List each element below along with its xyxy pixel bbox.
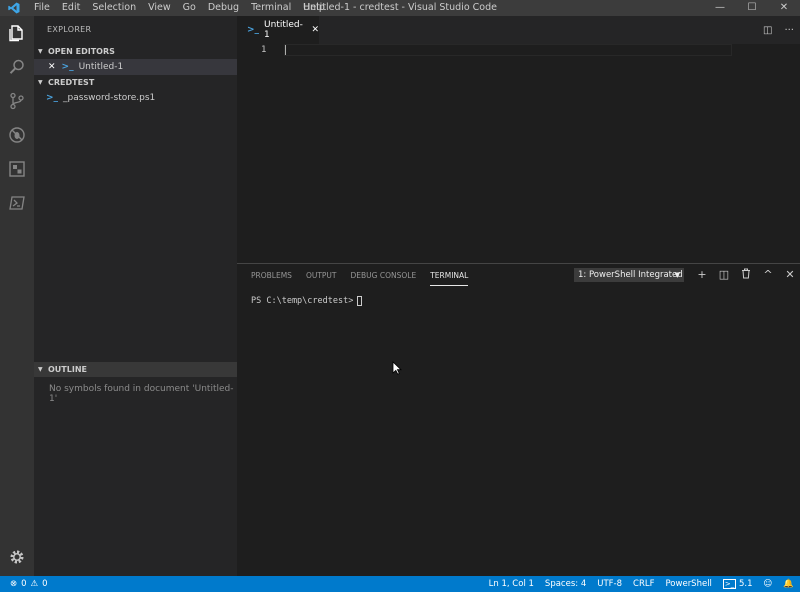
- status-bar: ⊗ 0 ⚠ 0 Ln 1, Col 1 Spaces: 4 UTF-8 CRLF…: [0, 576, 800, 592]
- menu-terminal[interactable]: Terminal: [245, 0, 297, 16]
- powershell-version-text: 5.1: [739, 579, 753, 589]
- open-editor-item[interactable]: ✕ >_ Untitled-1: [34, 59, 237, 75]
- tab-output[interactable]: OUTPUT: [306, 264, 337, 288]
- powershell-version[interactable]: >_ 5.1: [722, 576, 753, 592]
- maximize-button[interactable]: ☐: [736, 0, 768, 16]
- open-editors-label: OPEN EDITORS: [48, 47, 115, 56]
- file-label: _password-store.ps1: [63, 93, 156, 103]
- bell-icon[interactable]: 🔔: [783, 576, 794, 592]
- close-window-button[interactable]: ✕: [768, 0, 800, 16]
- outline-section: ▼ OUTLINE No symbols found in document '…: [34, 362, 237, 404]
- outline-empty-message: No symbols found in document 'Untitled-1…: [49, 384, 234, 404]
- title-bar: File Edit Selection View Go Debug Termin…: [0, 0, 800, 16]
- explorer-sidebar: EXPLORER ▼ OPEN EDITORS ✕ >_ Untitled-1 …: [34, 16, 237, 576]
- line-ending[interactable]: CRLF: [633, 576, 654, 592]
- error-count: 0: [21, 579, 27, 589]
- terminal-badge-icon: >_: [722, 579, 737, 589]
- menu-view[interactable]: View: [142, 0, 177, 16]
- tab-terminal[interactable]: TERMINAL: [430, 265, 469, 286]
- menu-bar: File Edit Selection View Go Debug Termin…: [28, 0, 331, 16]
- editor-tab-bar: >_ Untitled-1 ✕ ◫ ···: [237, 16, 800, 44]
- powershell-file-icon: >_: [46, 93, 59, 103]
- error-icon: ⊗: [10, 579, 18, 589]
- extensions-icon[interactable]: [0, 152, 34, 186]
- chevron-down-icon: ▼: [674, 271, 680, 279]
- terminal-select[interactable]: 1: PowerShell Integrated ▼: [574, 268, 684, 282]
- maximize-panel-icon[interactable]: ^: [762, 268, 774, 283]
- close-icon[interactable]: ✕: [311, 25, 319, 35]
- current-line-highlight: [284, 44, 732, 56]
- powershell-file-icon: >_: [247, 25, 260, 35]
- tab-problems[interactable]: PROBLEMS: [251, 264, 292, 288]
- mouse-pointer-icon: [392, 361, 402, 378]
- language-mode[interactable]: PowerShell: [665, 576, 711, 592]
- indentation[interactable]: Spaces: 4: [545, 576, 586, 592]
- search-icon[interactable]: [0, 50, 34, 84]
- open-editors-header[interactable]: ▼ OPEN EDITORS: [34, 44, 237, 59]
- problems-indicator[interactable]: ⊗ 0 ⚠ 0: [10, 576, 48, 592]
- chevron-down-icon: ▼: [38, 79, 43, 86]
- warning-icon: ⚠: [30, 579, 39, 589]
- debug-icon[interactable]: [0, 118, 34, 152]
- split-editor-icon[interactable]: ◫: [763, 25, 772, 36]
- tab-debug-console[interactable]: DEBUG CONSOLE: [351, 264, 417, 288]
- outline-label: OUTLINE: [48, 365, 87, 374]
- tab-label: Untitled-1: [264, 20, 303, 40]
- terminal-prompt: PS C:\temp\credtest>: [251, 296, 354, 306]
- open-editor-label: Untitled-1: [78, 62, 124, 72]
- panel-actions: + ◫ ^ ✕: [696, 268, 796, 283]
- trash-icon[interactable]: [740, 268, 752, 283]
- terminal-select-value: 1: PowerShell Integrated: [578, 270, 683, 280]
- chevron-down-icon: ▼: [38, 48, 43, 55]
- chevron-down-icon: ▼: [38, 366, 43, 373]
- terminal-output[interactable]: PS C:\temp\credtest>: [251, 296, 363, 306]
- menu-edit[interactable]: Edit: [56, 0, 86, 16]
- close-icon[interactable]: ✕: [48, 59, 56, 75]
- terminal-cursor: [357, 296, 363, 306]
- gear-icon[interactable]: [0, 540, 34, 574]
- menu-debug[interactable]: Debug: [202, 0, 245, 16]
- credtest-folder-header[interactable]: ▼ CREDTEST: [34, 75, 237, 90]
- status-right: Ln 1, Col 1 Spaces: 4 UTF-8 CRLF PowerSh…: [489, 576, 794, 592]
- powershell-file-icon: >_: [61, 62, 74, 72]
- bottom-panel: PROBLEMS OUTPUT DEBUG CONSOLE TERMINAL 1…: [237, 263, 800, 577]
- tab-untitled-1[interactable]: >_ Untitled-1 ✕: [237, 16, 319, 44]
- file-item[interactable]: >_ _password-store.ps1: [34, 90, 237, 106]
- sidebar-title: EXPLORER: [47, 25, 92, 34]
- line-number: 1: [261, 45, 267, 55]
- powershell-icon[interactable]: [0, 186, 34, 220]
- menu-file[interactable]: File: [28, 0, 56, 16]
- cursor-position[interactable]: Ln 1, Col 1: [489, 576, 534, 592]
- activity-bar: [0, 16, 34, 576]
- outline-header[interactable]: ▼ OUTLINE: [34, 362, 237, 377]
- new-terminal-icon[interactable]: +: [696, 268, 708, 283]
- menu-help[interactable]: Help: [297, 0, 331, 16]
- menu-selection[interactable]: Selection: [86, 0, 142, 16]
- minimize-button[interactable]: —: [704, 0, 736, 16]
- menu-go[interactable]: Go: [177, 0, 202, 16]
- encoding[interactable]: UTF-8: [597, 576, 622, 592]
- feedback-icon[interactable]: ☺: [764, 576, 773, 592]
- credtest-label: CREDTEST: [48, 78, 95, 87]
- source-control-icon[interactable]: [0, 84, 34, 118]
- vscode-logo-icon: [0, 0, 28, 16]
- warning-count: 0: [42, 579, 48, 589]
- split-terminal-icon[interactable]: ◫: [718, 268, 730, 283]
- text-cursor: [285, 45, 286, 55]
- editor-actions: ◫ ···: [763, 16, 794, 44]
- close-panel-icon[interactable]: ✕: [784, 268, 796, 283]
- panel-tabs: PROBLEMS OUTPUT DEBUG CONSOLE TERMINAL: [251, 264, 469, 288]
- editor-area[interactable]: 1: [237, 44, 800, 262]
- more-actions-icon[interactable]: ···: [784, 25, 794, 36]
- window-controls: — ☐ ✕: [704, 0, 800, 16]
- explorer-icon[interactable]: [0, 16, 34, 50]
